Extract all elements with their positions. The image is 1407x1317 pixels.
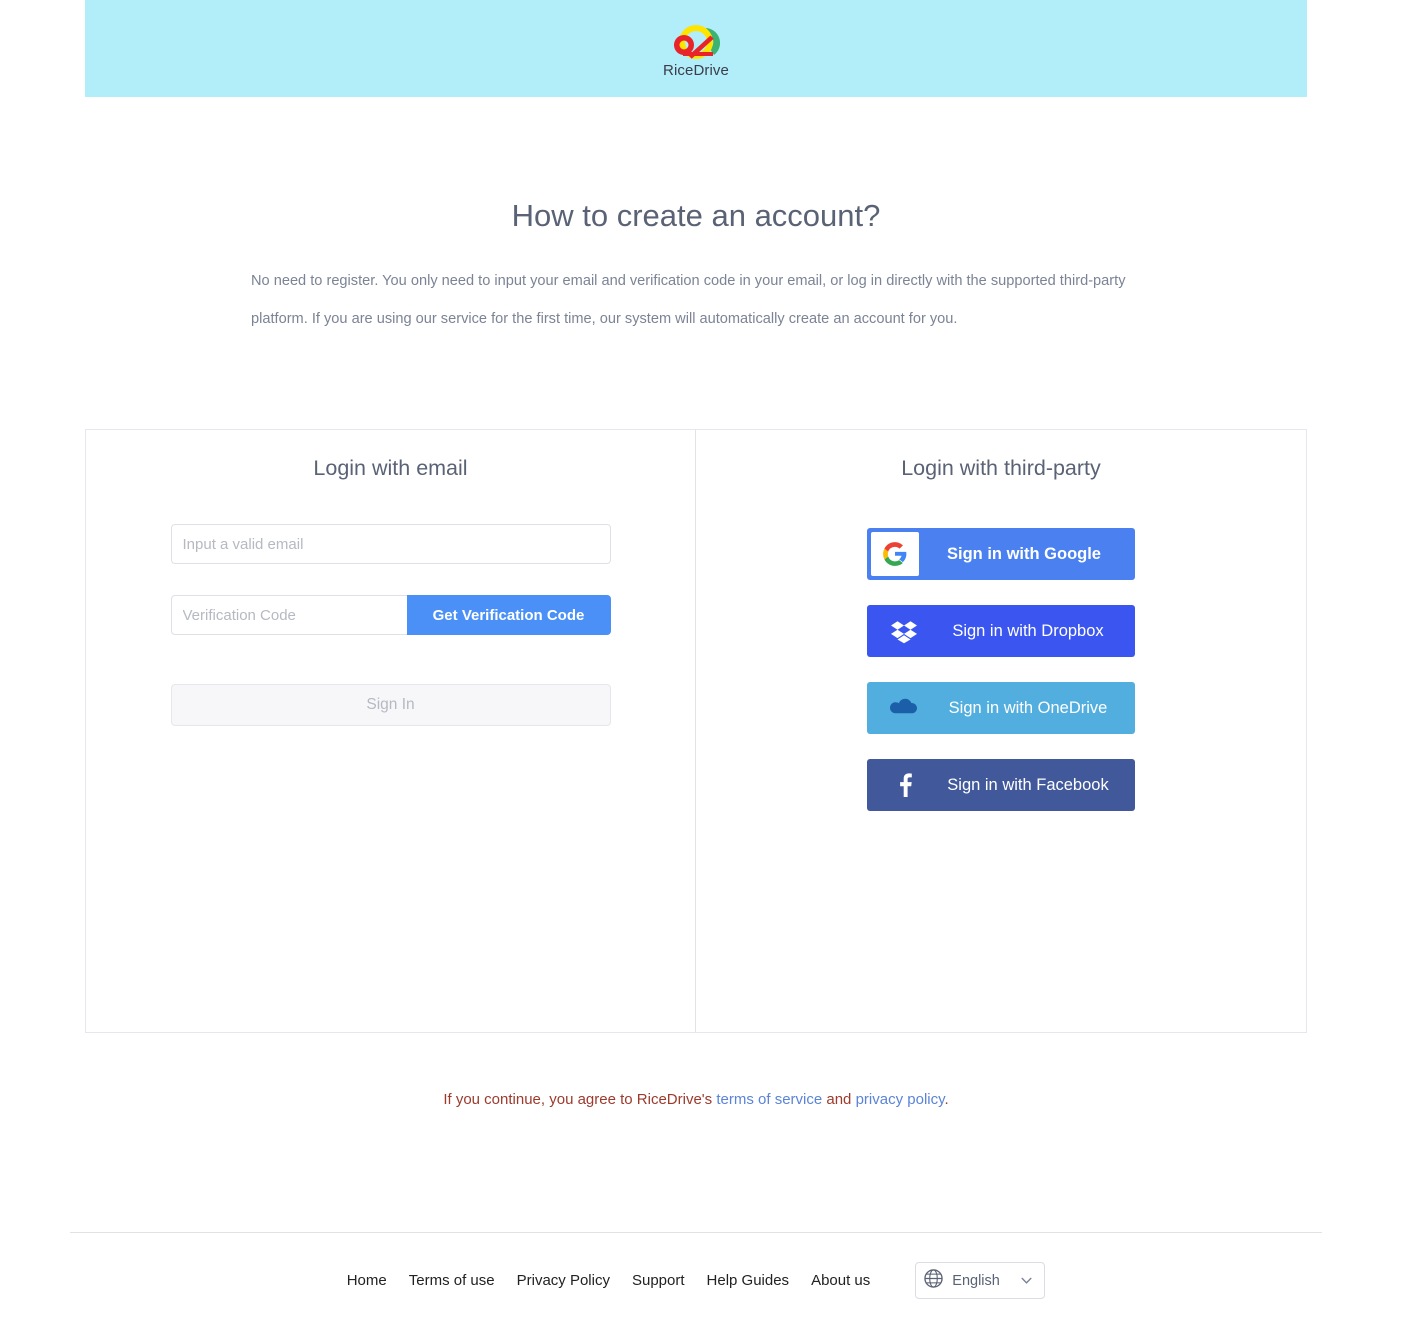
terms-prefix: If you continue, you agree to RiceDrive'…: [443, 1091, 717, 1108]
sign-in-with-onedrive-button[interactable]: Sign in with OneDrive: [867, 682, 1135, 734]
privacy-policy-link[interactable]: privacy policy: [856, 1091, 945, 1108]
terms-of-service-link[interactable]: terms of service: [716, 1091, 822, 1108]
login-panel: Login with email Get Verification Code S…: [85, 429, 1307, 1033]
email-login-column: Login with email Get Verification Code S…: [86, 430, 696, 1032]
email-login-form: Get Verification Code Sign In: [170, 481, 611, 726]
page-title: How to create an account?: [511, 198, 881, 233]
verification-code-input[interactable]: [170, 595, 407, 635]
sign-in-with-dropbox-button[interactable]: Sign in with Dropbox: [867, 605, 1135, 657]
footer-link-list: Home Terms of use Privacy Policy Support…: [347, 1272, 871, 1289]
footer-link-support[interactable]: Support: [632, 1272, 685, 1289]
third-party-login-heading: Login with third-party: [901, 456, 1101, 480]
sso-label: Sign in with Google: [947, 544, 1101, 563]
terms-middle: and: [822, 1091, 856, 1108]
footer-link-help-guides[interactable]: Help Guides: [707, 1272, 790, 1289]
facebook-icon: [881, 759, 927, 811]
google-icon: [871, 532, 919, 576]
sign-in-with-google-button[interactable]: Sign in with Google: [867, 528, 1135, 580]
footer-link-terms-of-use[interactable]: Terms of use: [409, 1272, 495, 1289]
sign-in-button[interactable]: Sign In: [170, 684, 611, 726]
brand-logo-block[interactable]: RiceDrive: [660, 22, 732, 79]
terms-agreement-text: If you continue, you agree to RiceDrive'…: [0, 1091, 1392, 1108]
language-selected-label: English: [952, 1272, 1000, 1289]
terms-suffix: .: [944, 1091, 949, 1108]
email-input[interactable]: [170, 524, 611, 564]
intro-paragraph: No need to register. You only need to in…: [251, 273, 1126, 327]
dropbox-icon: [881, 605, 927, 657]
chevron-down-icon: [1020, 1274, 1033, 1292]
language-selector[interactable]: English: [915, 1262, 1046, 1299]
sso-label: Sign in with OneDrive: [948, 698, 1108, 717]
footer-link-home[interactable]: Home: [347, 1272, 387, 1289]
third-party-provider-list: Sign in with Google Sign in with Dropbox…: [867, 481, 1135, 811]
site-header: RiceDrive: [85, 0, 1307, 97]
third-party-login-column: Login with third-party Sign in with Goog…: [696, 430, 1306, 1032]
verification-code-row: Get Verification Code: [170, 595, 611, 635]
sso-label: Sign in with Facebook: [947, 775, 1109, 794]
globe-icon: [924, 1268, 943, 1293]
footer-link-privacy-policy[interactable]: Privacy Policy: [517, 1272, 610, 1289]
onedrive-icon: [881, 682, 927, 734]
brand-name: RiceDrive: [663, 62, 729, 79]
ricedrive-cloud-logo-icon: [660, 22, 732, 64]
site-footer: Home Terms of use Privacy Policy Support…: [70, 1232, 1322, 1317]
get-verification-code-button[interactable]: Get Verification Code: [406, 595, 611, 635]
sso-label: Sign in with Dropbox: [952, 621, 1104, 640]
email-login-heading: Login with email: [313, 456, 468, 480]
sign-in-with-facebook-button[interactable]: Sign in with Facebook: [867, 759, 1135, 811]
footer-link-about-us[interactable]: About us: [811, 1272, 870, 1289]
